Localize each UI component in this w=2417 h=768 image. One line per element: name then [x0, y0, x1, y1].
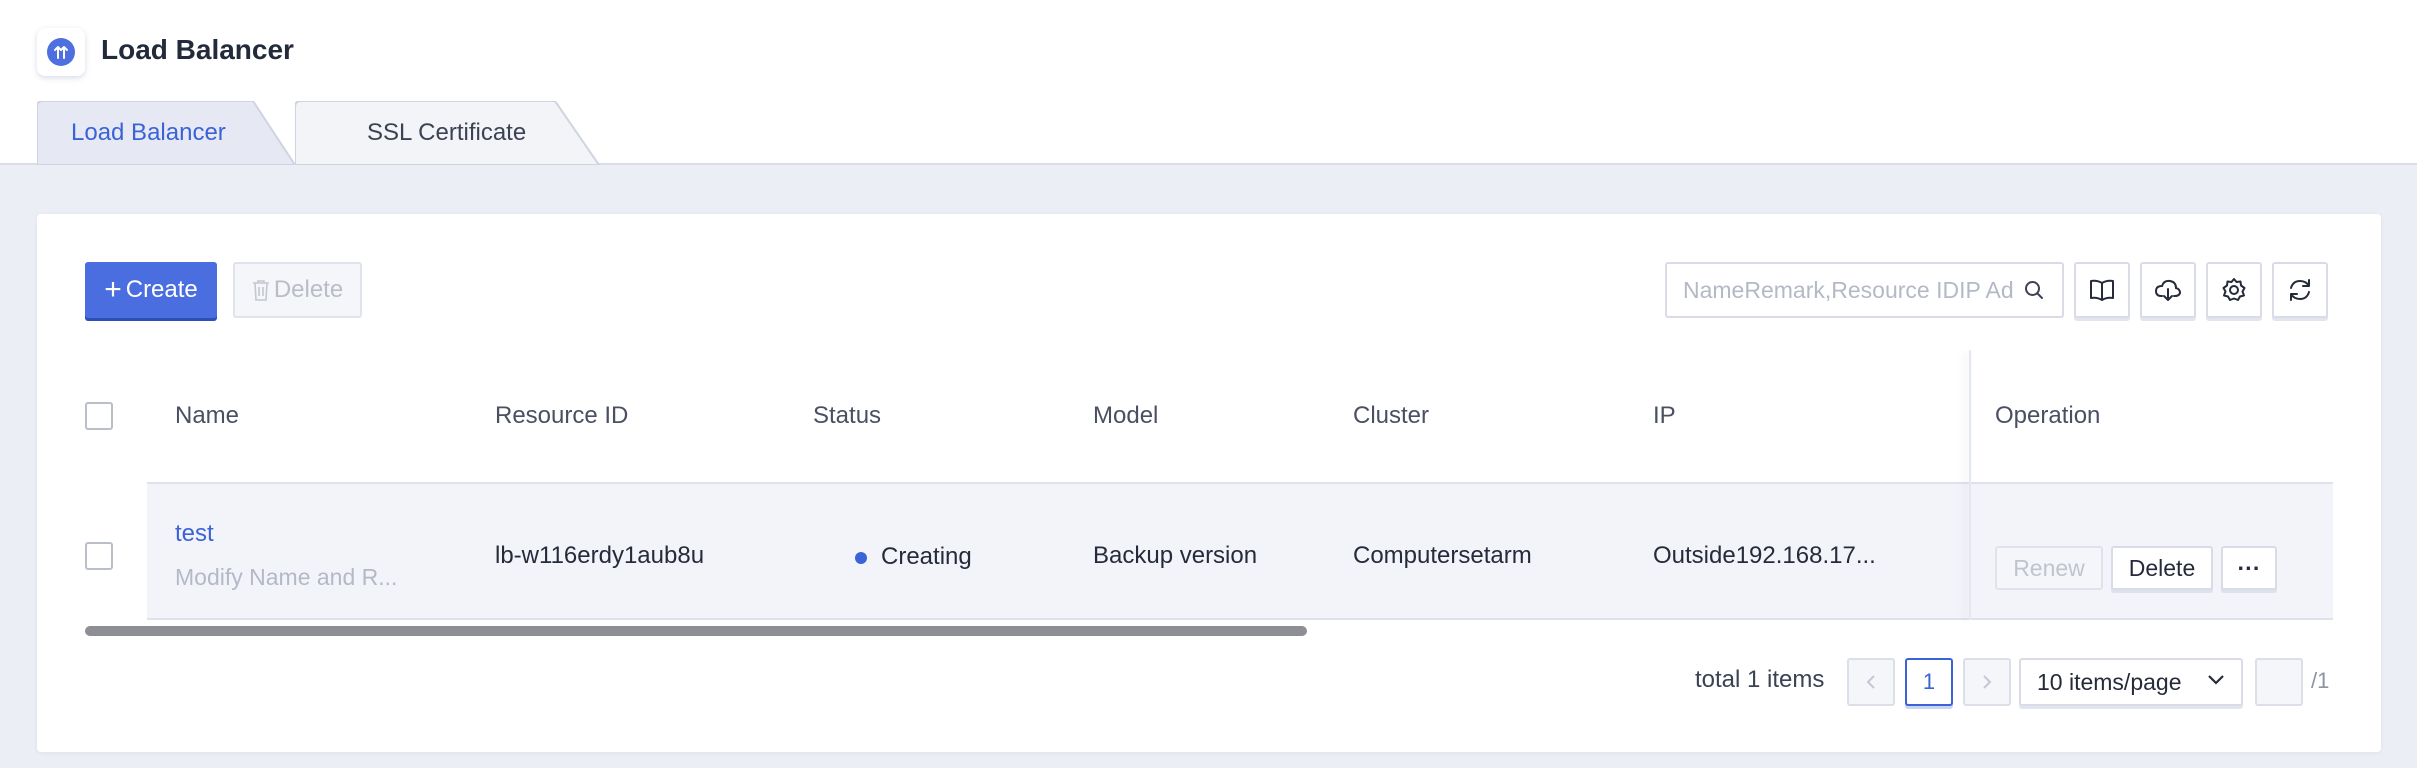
row-status: Creating — [855, 543, 972, 571]
page-jump-input[interactable] — [2255, 658, 2303, 706]
row-remark[interactable]: Modify Name and R... — [175, 564, 397, 591]
create-label: Create — [125, 276, 198, 303]
renew-button[interactable]: Renew — [1995, 546, 2103, 590]
page-number-button[interactable]: 1 — [1905, 658, 1953, 706]
load-balancer-icon — [37, 28, 85, 76]
row-cluster: Computersetarm — [1353, 542, 1532, 569]
row-ip: Outside192.168.17... — [1653, 542, 1876, 569]
trash-icon — [252, 280, 269, 301]
column-header-model: Model — [1093, 402, 1159, 429]
prev-page-button[interactable] — [1847, 658, 1895, 706]
more-icon[interactable]: ··· — [2221, 546, 2277, 590]
page-size-value: 10 items/page — [2037, 668, 2182, 695]
gear-icon — [2222, 278, 2246, 301]
tab-label: SSL Certificate — [367, 119, 527, 146]
column-header-resource-id: Resource ID — [495, 402, 629, 429]
refresh-button[interactable] — [2272, 262, 2328, 318]
horizontal-scrollbar[interactable] — [85, 626, 1307, 636]
create-button[interactable]: + Create — [85, 262, 217, 318]
tab-label: Load Balancer — [71, 119, 226, 146]
total-items-text: total 1 items — [1695, 666, 1825, 693]
search-input[interactable] — [1683, 276, 2013, 304]
delete-button[interactable]: Delete — [233, 262, 362, 318]
data-table: Name Resource ID Status Model Cluster IP… — [85, 350, 2333, 630]
refresh-icon — [2290, 279, 2310, 301]
plus-icon: + — [104, 273, 122, 306]
chevron-right-icon — [1983, 675, 1992, 689]
settings-button[interactable] — [2206, 262, 2262, 318]
page-size-select[interactable]: 10 items/page — [2019, 658, 2243, 706]
column-header-operation: Operation — [1995, 350, 2333, 482]
chevron-down-icon — [2208, 675, 2224, 685]
chevron-left-icon — [1866, 675, 1875, 689]
row-checkbox[interactable] — [85, 542, 113, 570]
column-header-ip: IP — [1653, 402, 1676, 429]
cloud-download-icon — [2154, 279, 2182, 301]
status-text: Creating — [881, 543, 972, 570]
content-card: + Create Delete NameRemark,Resource IDIP… — [37, 214, 2381, 752]
status-dot-icon — [855, 551, 867, 564]
book-icon — [2090, 279, 2114, 301]
row-name-link[interactable]: test — [175, 520, 214, 548]
column-header-name: Name — [175, 402, 240, 429]
docs-button[interactable] — [2074, 262, 2130, 318]
download-button[interactable] — [2140, 262, 2196, 318]
column-header-status: Status — [813, 402, 882, 429]
select-all-checkbox[interactable] — [85, 402, 113, 430]
tab-load-balancer[interactable]: Load Balancer — [37, 101, 297, 165]
row-delete-button[interactable]: Delete — [2111, 546, 2213, 590]
next-page-button[interactable] — [1963, 658, 2011, 706]
delete-label: Delete — [273, 276, 344, 303]
page-header: Load Balancer Load Balancer SSL Certific… — [0, 0, 2417, 165]
total-pages-text: /1 — [2311, 668, 2330, 693]
search-icon[interactable] — [2024, 280, 2044, 300]
row-model: Backup version — [1093, 542, 1258, 569]
row-resource-id: lb-w116erdy1aub8u — [495, 542, 705, 569]
tab-ssl-certificate[interactable]: SSL Certificate — [295, 101, 605, 165]
page-title: Load Balancer — [101, 34, 294, 65]
column-header-cluster: Cluster — [1353, 402, 1430, 429]
search-box — [1665, 262, 2064, 318]
